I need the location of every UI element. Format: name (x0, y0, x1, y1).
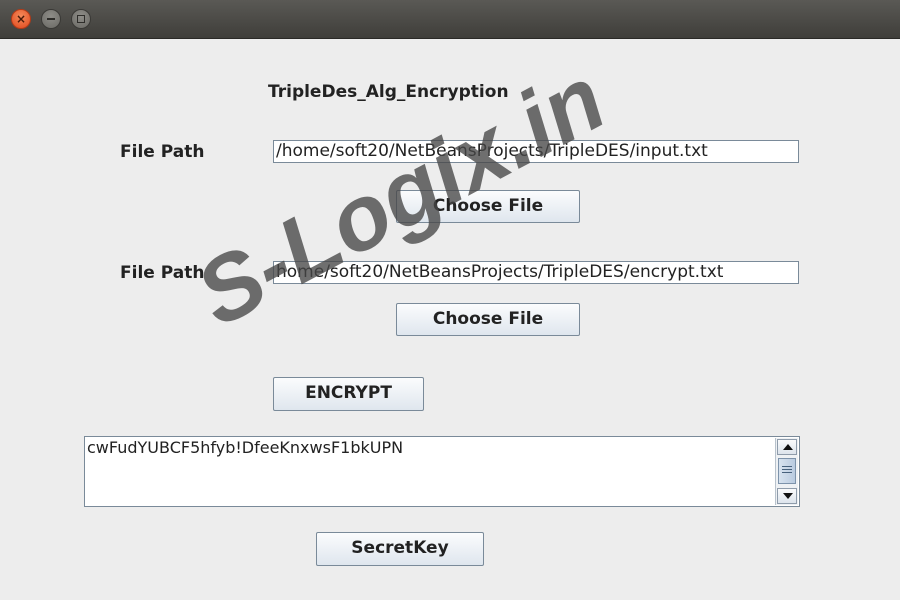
secret-key-button[interactable]: SecretKey (316, 532, 484, 566)
minimize-icon[interactable] (41, 9, 61, 29)
close-icon[interactable]: × (11, 9, 31, 29)
output-file-path-label: File Path (120, 263, 205, 283)
result-textarea[interactable]: cwFudYUBCF5hfyb!DfeeKnxwsF1bkUPN (84, 436, 800, 507)
scroll-up-arrow-icon[interactable] (777, 439, 797, 455)
window-titlebar: × (0, 0, 900, 39)
page-title: TripleDes_Alg_Encryption (268, 82, 509, 102)
choose-output-file-button[interactable]: Choose File (396, 303, 580, 336)
scroll-down-arrow-icon[interactable] (777, 488, 797, 504)
output-file-path-field[interactable]: home/soft20/NetBeansProjects/TripleDES/e… (273, 261, 799, 284)
result-scrollbar[interactable] (775, 438, 798, 505)
input-file-path-field[interactable]: /home/soft20/NetBeansProjects/TripleDES/… (273, 140, 799, 163)
input-file-path-label: File Path (120, 142, 205, 162)
scroll-thumb[interactable] (778, 458, 796, 484)
maximize-icon[interactable] (71, 9, 91, 29)
result-text: cwFudYUBCF5hfyb!DfeeKnxwsF1bkUPN (87, 438, 404, 457)
encrypt-button[interactable]: ENCRYPT (273, 377, 424, 411)
choose-input-file-button[interactable]: Choose File (396, 190, 580, 223)
